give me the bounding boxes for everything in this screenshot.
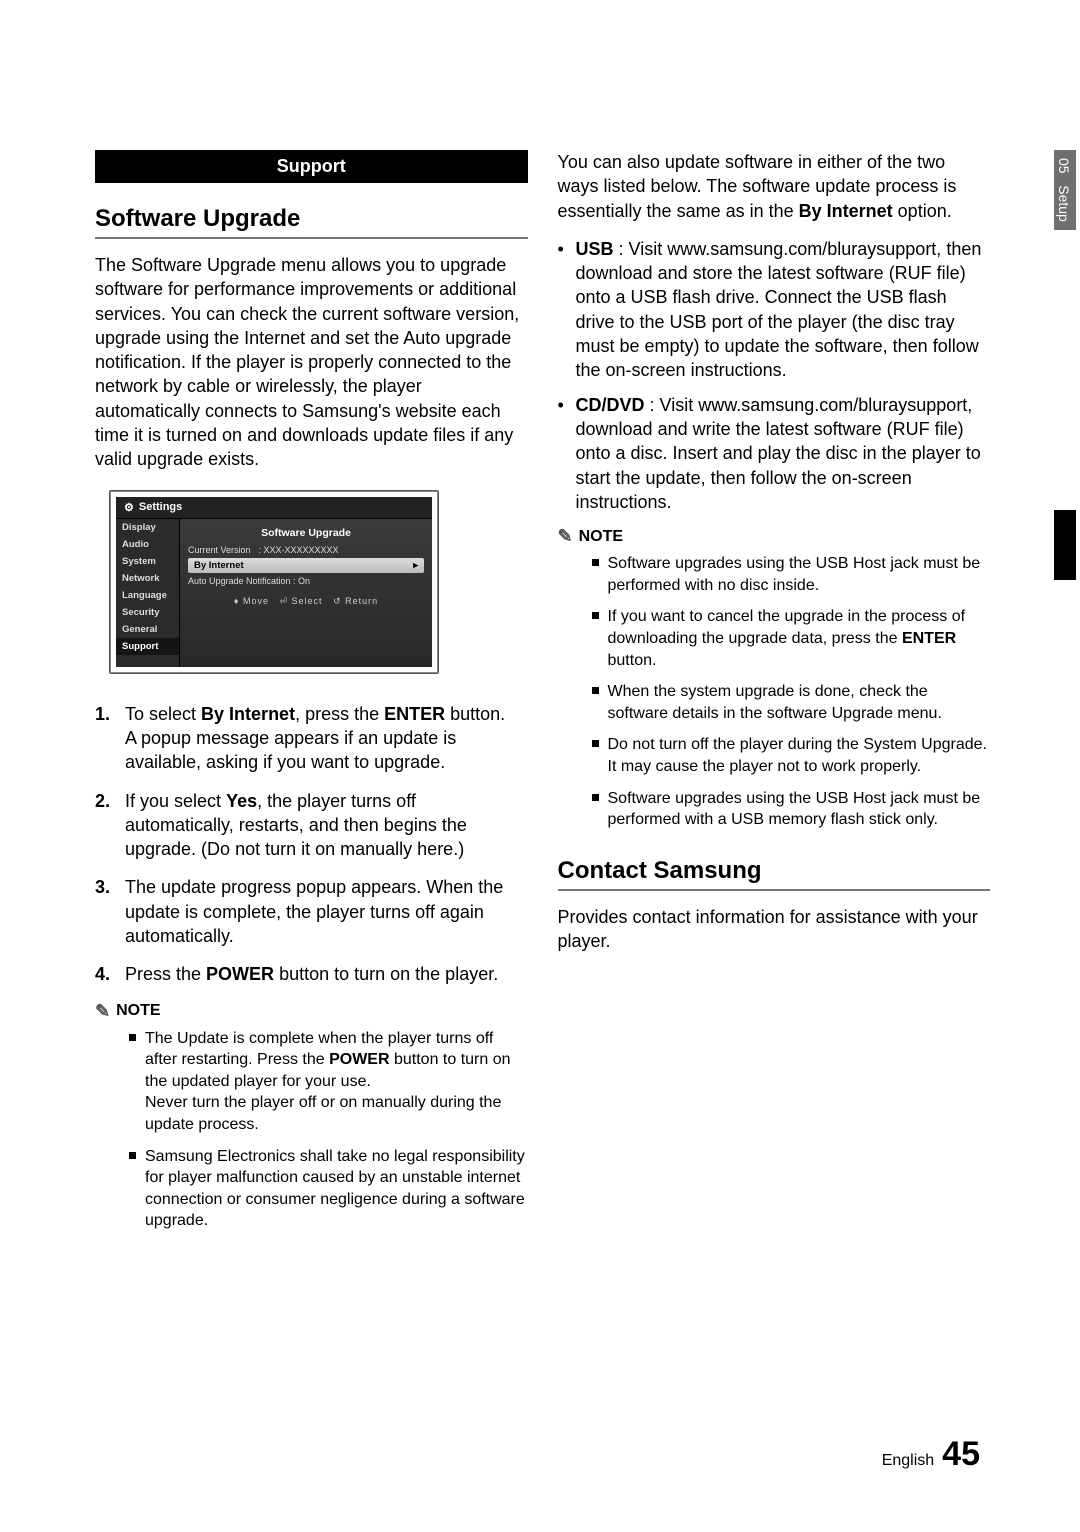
chapter-section: Setup <box>1056 185 1072 222</box>
heading-rule <box>95 237 528 239</box>
note-item: When the system upgrade is done, check t… <box>592 681 991 724</box>
tv-side-item: Network <box>116 570 179 587</box>
t: button. <box>445 704 505 724</box>
note-heading: ✎ NOTE <box>558 526 991 547</box>
t: : Visit www.samsung.com/bluraysupport, t… <box>576 239 982 380</box>
note-label: NOTE <box>579 528 623 546</box>
step-item: Press the POWER button to turn on the pl… <box>95 962 528 986</box>
t: CD/DVD <box>576 395 645 415</box>
t: button to turn on the player. <box>274 964 498 984</box>
tv-current-version-value: : XXX-XXXXXXXXX <box>259 545 339 555</box>
tv-current-version-label: Current Version <box>188 545 251 555</box>
tv-option-label: By Internet <box>194 560 244 571</box>
tv-panel-title: Software Upgrade <box>188 527 424 539</box>
tv-side-item: Language <box>116 587 179 604</box>
footer-lang: English <box>882 1452 934 1470</box>
tv-hint-select: Select <box>292 596 323 606</box>
note-item: Software upgrades using the USB Host jac… <box>592 788 991 831</box>
note-item: If you want to cancel the upgrade in the… <box>592 606 991 671</box>
tv-side-item: Security <box>116 604 179 621</box>
heading-rule <box>558 889 991 891</box>
software-upgrade-heading: Software Upgrade <box>95 205 528 233</box>
note-list: Software upgrades using the USB Host jac… <box>558 553 991 831</box>
t: A popup message appears if an update is … <box>125 728 456 772</box>
contact-text: Provides contact information for assista… <box>558 905 991 954</box>
tv-sidebar: Display Audio System Network Language Se… <box>116 519 180 667</box>
page-footer: English 45 <box>882 1435 980 1474</box>
tv-side-item: Display <box>116 519 179 536</box>
chapter-tab: 05 Setup <box>1054 150 1076 230</box>
t: Never turn the player off or on manually… <box>145 1094 501 1133</box>
right-intro: You can also update software in either o… <box>558 150 991 223</box>
tv-hint-return: Return <box>345 596 378 606</box>
tv-side-item: System <box>116 553 179 570</box>
side-tab: 05 Setup <box>1050 150 1080 580</box>
t: option. <box>893 201 952 221</box>
step-item: The update progress popup appears. When … <box>95 875 528 948</box>
t: If you select <box>125 791 226 811</box>
t: ENTER <box>902 630 956 647</box>
t: USB <box>576 239 614 259</box>
note-item: Samsung Electronics shall take no legal … <box>129 1146 528 1232</box>
t: Press the <box>125 964 206 984</box>
software-upgrade-intro: The Software Upgrade menu allows you to … <box>95 253 528 472</box>
note-label: NOTE <box>116 1002 160 1020</box>
t: ENTER <box>384 704 445 724</box>
tv-auto-upgrade: Auto Upgrade Notification : On <box>188 576 310 586</box>
settings-screenshot: ⚙ Settings Display Audio System Network … <box>109 490 439 674</box>
upgrade-steps: To select By Internet, press the ENTER b… <box>95 702 528 987</box>
chevron-right-icon: ▸ <box>413 560 418 571</box>
tv-side-item: Audio <box>116 536 179 553</box>
tv-footer-hints: ♦ Move ⏎ Select ↺ Return <box>188 596 424 607</box>
t: , press the <box>295 704 384 724</box>
t: Yes <box>226 791 257 811</box>
support-section-bar: Support <box>95 150 528 183</box>
t: By Internet <box>799 201 893 221</box>
side-tab-marker <box>1054 510 1076 580</box>
tv-side-item: General <box>116 621 179 638</box>
note-icon: ✎ <box>558 526 573 547</box>
step-item: If you select Yes, the player turns off … <box>95 789 528 862</box>
t: To select <box>125 704 201 724</box>
t: POWER <box>206 964 274 984</box>
note-list: The Update is complete when the player t… <box>95 1028 528 1232</box>
t: By Internet <box>201 704 295 724</box>
bullet-usb: USB : Visit www.samsung.com/bluraysuppor… <box>558 237 991 383</box>
step-item: To select By Internet, press the ENTER b… <box>95 702 528 775</box>
page-number: 45 <box>942 1435 980 1474</box>
bullet-cddvd: CD/DVD : Visit www.samsung.com/bluraysup… <box>558 393 991 514</box>
contact-samsung-heading: Contact Samsung <box>558 857 991 885</box>
note-item: Do not turn off the player during the Sy… <box>592 734 991 777</box>
chapter-number: 05 <box>1056 158 1072 174</box>
t: button. <box>608 652 657 669</box>
note-icon: ✎ <box>95 1001 110 1022</box>
note-item: The Update is complete when the player t… <box>129 1028 528 1136</box>
note-heading: ✎ NOTE <box>95 1001 528 1022</box>
note-item: Software upgrades using the USB Host jac… <box>592 553 991 596</box>
tv-title-bar: ⚙ Settings <box>116 497 432 519</box>
tv-hint-move: Move <box>243 596 269 606</box>
tv-title: Settings <box>139 501 182 513</box>
update-methods: USB : Visit www.samsung.com/bluraysuppor… <box>558 237 991 514</box>
t: POWER <box>329 1051 389 1068</box>
tv-option-by-internet: By Internet ▸ <box>188 558 424 573</box>
gear-icon: ⚙ <box>124 501 134 514</box>
tv-main-panel: Software Upgrade Current Version : XXX-X… <box>180 519 432 667</box>
tv-side-item-selected: Support <box>116 638 179 655</box>
